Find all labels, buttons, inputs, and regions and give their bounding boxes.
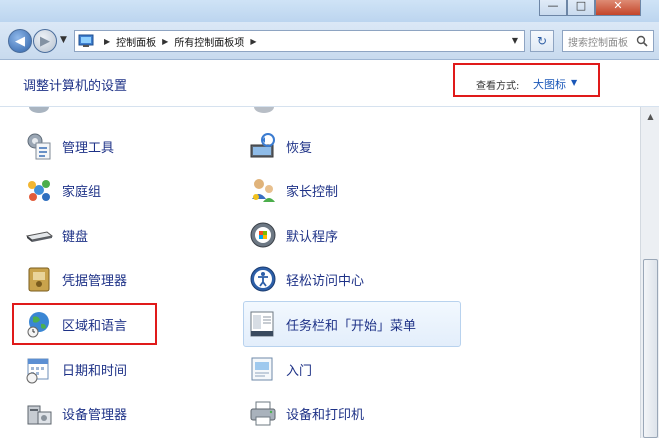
page-title: 调整计算机的设置 xyxy=(23,79,128,94)
view-by-label: 查看方式: xyxy=(476,81,520,92)
control-panel-icon xyxy=(78,34,94,47)
item-getting-started[interactable]: 入门 xyxy=(248,350,312,388)
back-button[interactable]: ◀ xyxy=(8,29,32,53)
item-parental-controls[interactable]: 家长控制 xyxy=(248,171,338,209)
calendar-clock-icon xyxy=(26,358,49,384)
scroll-up-arrow-icon[interactable]: ▲ xyxy=(643,109,658,124)
globe-clock-icon xyxy=(27,312,49,338)
item-label: 凭据管理器 xyxy=(62,273,128,289)
search-input[interactable]: 搜索控制面板 xyxy=(562,30,654,52)
vertical-scrollbar[interactable]: ▲ xyxy=(640,107,659,438)
item-recovery[interactable]: 恢复 xyxy=(248,127,312,165)
item-taskbar-start-menu[interactable]: 任务栏和「开始」菜单 xyxy=(248,305,416,343)
search-icon[interactable] xyxy=(636,35,648,47)
chevron-right-icon: ▶ xyxy=(250,36,257,46)
item-label: 入门 xyxy=(286,363,313,379)
close-button[interactable]: ✕ xyxy=(595,0,641,16)
navigation-bar: ◀ ▶ ▼ ▶ 控制面板 ▶ 所有控制面板项 ▶ ▼ ↻ 搜索控制面板 xyxy=(0,22,659,60)
item-label: 管理工具 xyxy=(62,140,115,156)
item-label: 默认程序 xyxy=(286,229,339,245)
item-label: 家长控制 xyxy=(286,184,339,200)
item-default-programs[interactable]: 默认程序 xyxy=(248,216,338,254)
item-label: 恢复 xyxy=(286,140,313,156)
window-controls: — □ ✕ xyxy=(539,0,641,16)
item-credential-manager[interactable]: 凭据管理器 xyxy=(24,260,127,298)
item-administrative-tools[interactable]: 管理工具 xyxy=(24,127,114,165)
view-by-dropdown[interactable]: 大图标 xyxy=(533,76,566,92)
scrollbar-thumb[interactable] xyxy=(643,259,658,438)
content-header: 调整计算机的设置 查看方式: 大图标 ▼ xyxy=(0,61,659,107)
item-label: 区域和语言 xyxy=(62,318,128,334)
item-label: 日期和时间 xyxy=(62,363,128,379)
address-dropdown-icon[interactable]: ▼ xyxy=(512,36,518,45)
caret-down-icon[interactable]: ▼ xyxy=(571,78,577,87)
search-placeholder: 搜索控制面板 xyxy=(568,37,628,49)
item-label: 任务栏和「开始」菜单 xyxy=(286,318,417,334)
item-ease-of-access[interactable]: 轻松访问中心 xyxy=(248,260,364,298)
chevron-right-icon: ▶ xyxy=(162,36,169,46)
recent-pages-dropdown[interactable]: ▼ xyxy=(60,35,67,45)
keyboard-icon xyxy=(25,231,54,242)
breadcrumb-all-items[interactable]: 所有控制面板项 xyxy=(174,34,244,49)
item-label: 设备管理器 xyxy=(62,407,128,423)
printer-icon xyxy=(250,401,276,426)
item-label: 家庭组 xyxy=(62,184,102,200)
address-bar[interactable]: ▶ 控制面板 ▶ 所有控制面板项 ▶ ▼ xyxy=(74,30,525,52)
taskbar-icon xyxy=(250,311,274,337)
homegroup-icon xyxy=(28,180,50,201)
title-bar: — □ ✕ xyxy=(0,0,659,22)
getting-started-icon xyxy=(251,357,273,381)
default-programs-icon xyxy=(250,222,276,248)
refresh-icon: ↻ xyxy=(536,34,548,48)
item-label: 设备和打印机 xyxy=(286,407,365,423)
item-region-language[interactable]: 区域和语言 xyxy=(24,305,127,343)
back-arrow-icon: ◀ xyxy=(15,33,25,49)
parental-controls-icon xyxy=(252,179,275,202)
item-label: 轻松访问中心 xyxy=(286,273,365,289)
partial-item-icon xyxy=(29,107,49,113)
item-homegroup[interactable]: 家庭组 xyxy=(24,171,101,209)
breadcrumb-control-panel[interactable]: 控制面板 xyxy=(116,34,156,49)
device-manager-icon xyxy=(27,405,52,425)
maximize-button[interactable]: □ xyxy=(567,0,595,16)
item-device-manager[interactable]: 设备管理器 xyxy=(24,394,127,432)
forward-arrow-icon: ▶ xyxy=(40,33,50,49)
refresh-button[interactable]: ↻ xyxy=(530,30,554,52)
recovery-icon xyxy=(250,133,275,158)
partial-item-icon xyxy=(254,107,274,113)
minimize-button[interactable]: — xyxy=(539,0,567,16)
credential-manager-icon xyxy=(28,267,50,292)
item-devices-printers[interactable]: 设备和打印机 xyxy=(248,394,364,432)
item-keyboard[interactable]: 键盘 xyxy=(24,216,88,254)
administrative-tools-icon xyxy=(27,133,51,160)
forward-button[interactable]: ▶ xyxy=(33,29,57,53)
ease-of-access-icon xyxy=(250,266,276,292)
item-label: 键盘 xyxy=(62,229,89,245)
item-date-time[interactable]: 日期和时间 xyxy=(24,350,127,388)
chevron-right-icon: ▶ xyxy=(104,36,111,46)
